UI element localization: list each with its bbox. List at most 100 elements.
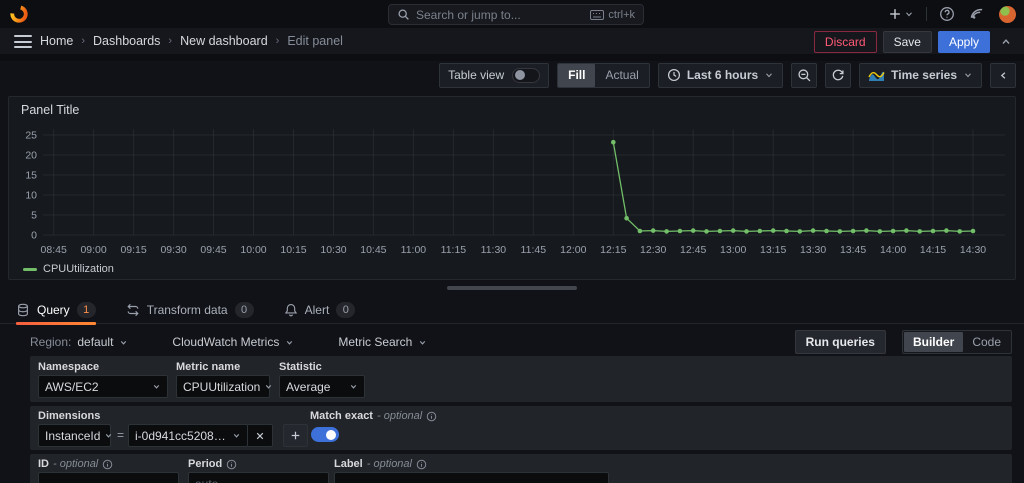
metric-name-label: Metric name xyxy=(176,361,241,373)
query-bar-actions: Run queries Builder Code xyxy=(794,330,1012,354)
svg-text:13:00: 13:00 xyxy=(720,244,746,256)
editor-row-options: ID - optional Period auto Label - option… xyxy=(30,454,1012,483)
breadcrumb-new-dashboard[interactable]: New dashboard xyxy=(180,34,268,48)
save-button[interactable]: Save xyxy=(882,31,932,53)
svg-text:10:15: 10:15 xyxy=(280,244,306,256)
id-input[interactable] xyxy=(45,476,172,483)
top-bar: ctrl+k xyxy=(0,0,1024,28)
period-input[interactable] xyxy=(195,476,322,483)
time-range-picker[interactable]: Last 6 hours xyxy=(657,62,784,88)
fill-option[interactable]: Fill xyxy=(558,63,596,87)
dimension-value: i-0d941cc5208d4d817 xyxy=(135,428,228,443)
info-icon[interactable] xyxy=(226,459,237,470)
add-dimension-button[interactable] xyxy=(283,424,308,447)
divider xyxy=(926,7,927,21)
editor-row-metric: Namespace AWS/EC2 Metric name CPUUtiliza… xyxy=(30,356,1012,402)
chart-area[interactable]: 0 5 10 15 20 25 08:45 09:00 09:15 09:30 09:45 10:00… xyxy=(11,123,1013,261)
zoom-out-button[interactable] xyxy=(791,62,818,88)
namespace-value: AWS/EC2 xyxy=(45,379,99,394)
svg-text:08:45: 08:45 xyxy=(41,244,67,256)
svg-text:13:15: 13:15 xyxy=(760,244,786,256)
query-mode-select[interactable]: Metric Search xyxy=(338,335,427,349)
grafana-logo-icon[interactable] xyxy=(10,5,28,23)
chevron-right-icon: › xyxy=(275,35,280,47)
panel-resize-handle[interactable] xyxy=(447,286,577,290)
editor-row-dimensions: Dimensions InstanceId = i-0d941cc5208d4d… xyxy=(30,406,1012,450)
svg-text:20: 20 xyxy=(25,150,37,162)
legend-item-cpuutilization[interactable]: CPUUtilization xyxy=(23,263,114,275)
info-icon[interactable] xyxy=(426,411,437,422)
period-input-wrap xyxy=(188,472,329,483)
dimension-key-select[interactable]: InstanceId xyxy=(38,424,112,447)
match-exact-toggle[interactable] xyxy=(311,427,339,442)
new-button[interactable] xyxy=(886,2,916,26)
metric-name-select[interactable]: CPUUtilization xyxy=(176,375,273,398)
global-search: ctrl+k xyxy=(388,4,644,25)
table-view-toggle[interactable] xyxy=(512,67,541,83)
run-queries-button[interactable]: Run queries xyxy=(794,330,886,354)
breadcrumb-home[interactable]: Home xyxy=(40,34,73,48)
refresh-button[interactable] xyxy=(825,62,852,88)
help-icon[interactable] xyxy=(937,2,957,26)
nav-actions: Discard Save Apply xyxy=(813,31,1016,53)
region-value: default xyxy=(77,335,114,349)
news-icon[interactable] xyxy=(967,2,987,26)
dimensions-label: Dimensions xyxy=(38,410,101,422)
menu-icon[interactable] xyxy=(14,35,32,48)
builder-option[interactable]: Builder xyxy=(903,332,964,352)
info-icon[interactable] xyxy=(102,459,113,470)
svg-text:09:15: 09:15 xyxy=(120,244,146,256)
tab-transform-data[interactable]: Transform data 0 xyxy=(126,296,254,324)
svg-text:5: 5 xyxy=(31,210,37,222)
svg-text:09:30: 09:30 xyxy=(160,244,186,256)
dimension-value-select[interactable]: i-0d941cc5208d4d817 xyxy=(128,424,248,447)
svg-text:09:45: 09:45 xyxy=(200,244,226,256)
apply-button[interactable]: Apply xyxy=(937,31,990,53)
svg-text:10: 10 xyxy=(25,190,37,202)
discard-button[interactable]: Discard xyxy=(813,31,877,53)
id-label-text: ID xyxy=(38,458,49,470)
info-icon[interactable] xyxy=(416,459,427,470)
editor-tabs: Query 1 Transform data 0 Alert 0 xyxy=(0,296,1024,325)
region-select[interactable]: Region: default xyxy=(30,335,128,349)
chevron-up-icon[interactable] xyxy=(996,36,1016,48)
legend-series-label: CPUUtilization xyxy=(43,263,114,275)
panel-toolbar: Table view Fill Actual Last 6 hours Time… xyxy=(439,62,1016,88)
tab-alert[interactable]: Alert 0 xyxy=(284,296,356,324)
svg-text:13:45: 13:45 xyxy=(840,244,866,256)
chevron-down-icon xyxy=(285,338,294,347)
fill-actual-switch: Fill Actual xyxy=(557,62,650,88)
breadcrumb-edit-panel: Edit panel xyxy=(287,34,343,48)
datasource-select[interactable]: CloudWatch Metrics xyxy=(172,335,294,349)
match-exact-label-text: Match exact xyxy=(310,410,373,422)
visualization-picker[interactable]: Time series xyxy=(859,62,982,88)
tab-query[interactable]: Query 1 xyxy=(16,296,96,325)
code-option[interactable]: Code xyxy=(963,332,1010,352)
svg-text:11:45: 11:45 xyxy=(521,244,547,256)
svg-text:14:30: 14:30 xyxy=(960,244,986,256)
optional-text: - optional xyxy=(376,410,423,422)
tab-transform-badge: 0 xyxy=(234,301,254,318)
svg-text:0: 0 xyxy=(31,230,37,242)
svg-text:11:30: 11:30 xyxy=(481,244,507,256)
dimension-key-value: InstanceId xyxy=(45,428,101,443)
actual-option[interactable]: Actual xyxy=(595,64,648,87)
statistic-select[interactable]: Average xyxy=(279,375,365,398)
collapse-options-button[interactable] xyxy=(990,62,1016,88)
timeseries-chart[interactable]: 0 5 10 15 20 25 08:45 09:00 09:15 09:30 09:45 10:00… xyxy=(11,123,1013,261)
id-input-wrap xyxy=(38,472,179,483)
svg-text:15: 15 xyxy=(25,170,37,182)
time-range-label: Last 6 hours xyxy=(686,68,759,82)
breadcrumb-dashboards[interactable]: Dashboards xyxy=(93,34,160,48)
label-input[interactable] xyxy=(341,476,602,483)
region-label: Region: xyxy=(30,335,72,349)
remove-dimension-button[interactable] xyxy=(248,424,273,447)
svg-text:12:45: 12:45 xyxy=(680,244,706,256)
clock-icon xyxy=(667,68,681,82)
user-avatar[interactable] xyxy=(997,2,1018,26)
svg-text:11:15: 11:15 xyxy=(441,244,467,256)
chevron-down-icon xyxy=(260,382,273,391)
search-input[interactable] xyxy=(416,7,585,22)
namespace-select[interactable]: AWS/EC2 xyxy=(38,375,168,398)
chevron-down-icon xyxy=(119,338,128,347)
